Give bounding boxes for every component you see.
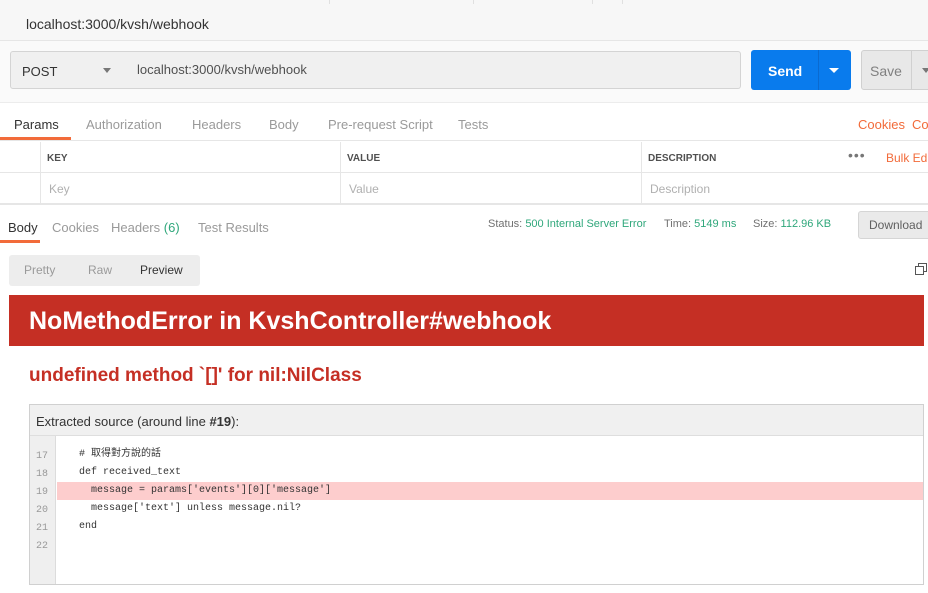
response-tab-cookies[interactable]: Cookies [52, 220, 99, 235]
code-line: # 取得對方說的話 [79, 449, 162, 460]
value-column-header: VALUE [347, 153, 381, 164]
params-header-row: KEY VALUE DESCRIPTION ••• Bulk Ed [0, 142, 928, 173]
save-divider [911, 51, 912, 89]
tab-headers[interactable]: Headers [192, 117, 241, 132]
request-tab-title[interactable]: localhost:3000/kvsh/webhook [26, 16, 209, 32]
error-title-banner: NoMethodError in KvshController#webhook [9, 295, 924, 346]
key-column-header: KEY [47, 153, 68, 164]
active-tab-indicator [0, 137, 71, 140]
key-placeholder: Key [49, 182, 70, 196]
tab-divider [473, 0, 474, 4]
response-headers-label: Headers [111, 220, 161, 235]
send-label: Send [768, 63, 803, 79]
extracted-source-caption: Extracted source (around line #19): [36, 414, 239, 429]
extracted-source-title: Extracted source (around line #19): [30, 405, 923, 436]
line-number: 21 [36, 523, 49, 534]
active-tab-indicator [0, 240, 40, 243]
code-line: def received_text [79, 467, 182, 478]
value-input[interactable]: Value [341, 173, 642, 204]
line-number: 20 [36, 505, 49, 516]
code-line-highlighted: message = params['events'][0]['message'] [57, 482, 923, 500]
view-tab-raw[interactable]: Raw [88, 263, 112, 277]
tab-body[interactable]: Body [269, 117, 299, 132]
description-input[interactable]: Description [642, 173, 928, 204]
tab-params[interactable]: Params [14, 117, 59, 132]
value-placeholder: Value [349, 182, 379, 196]
size-value: 112.96 KB [780, 218, 832, 230]
code-link[interactable]: Co [912, 117, 928, 132]
save-button[interactable]: Save [861, 50, 928, 90]
response-tab-headers[interactable]: Headers (6) [111, 220, 180, 235]
response-bar: Body Cookies Headers (6) Test Results St… [0, 204, 928, 244]
key-input[interactable]: Key [41, 173, 341, 204]
error-title: NoMethodError in KvshController#webhook [29, 307, 552, 335]
time-readout: Time: 5149 ms [664, 218, 736, 230]
tab-divider [622, 0, 623, 4]
status-label: Status: [488, 218, 523, 230]
method-select[interactable]: POST [10, 51, 126, 89]
line-number: 18 [36, 469, 49, 480]
tab-tests[interactable]: Tests [458, 117, 488, 132]
save-label: Save [870, 63, 902, 79]
send-divider [818, 50, 819, 90]
status-readout: Status: 500 Internal Server Error [488, 218, 646, 230]
chevron-down-icon[interactable] [922, 68, 928, 73]
description-column-header: DESCRIPTION [648, 153, 717, 164]
request-tabs: Params Authorization Headers Body Pre-re… [0, 103, 928, 141]
view-tab-pretty[interactable]: Pretty [24, 263, 55, 277]
time-label: Time: [664, 218, 692, 230]
send-button[interactable]: Send [751, 50, 851, 90]
description-placeholder: Description [650, 182, 711, 196]
more-icon[interactable]: ••• [848, 147, 866, 163]
time-value: 5149 ms [694, 218, 737, 230]
method-label: POST [22, 64, 58, 79]
line-number: 19 [36, 487, 49, 498]
cookies-link[interactable]: Cookies [858, 117, 905, 132]
chevron-down-icon [103, 68, 111, 73]
request-url-bar: POST localhost:3000/kvsh/webhook Send Sa… [0, 41, 928, 103]
params-table: KEY VALUE DESCRIPTION ••• Bulk Ed Key Va… [0, 142, 928, 204]
url-input[interactable]: localhost:3000/kvsh/webhook [125, 51, 741, 89]
status-value: 500 Internal Server Error [525, 218, 647, 230]
code-line: end [79, 521, 98, 532]
line-number: 17 [36, 451, 49, 462]
source-caption-line: #19 [209, 414, 232, 429]
tab-pre-request-script[interactable]: Pre-request Script [328, 117, 433, 132]
size-readout: Size: 112.96 KB [753, 218, 831, 230]
size-label: Size: [753, 218, 778, 230]
tab-divider [329, 0, 330, 4]
headers-count-badge: (6) [163, 220, 180, 235]
download-button[interactable]: Download [858, 211, 928, 239]
response-view-tabs: Pretty Raw Preview [9, 255, 200, 286]
response-tab-body[interactable]: Body [8, 220, 38, 235]
response-tab-test-results[interactable]: Test Results [198, 220, 269, 235]
row-checkbox-cell[interactable] [0, 173, 41, 204]
tab-divider [592, 0, 593, 4]
view-tab-preview[interactable]: Preview [140, 263, 183, 277]
bulk-edit-link[interactable]: Bulk Ed [886, 151, 927, 165]
source-caption-suffix: ): [231, 414, 240, 429]
error-message: undefined method `[]' for nil:NilClass [29, 365, 362, 386]
source-caption-prefix: Extracted source (around line [36, 414, 210, 429]
code-line: message['text'] unless message.nil? [79, 503, 302, 514]
chevron-down-icon[interactable] [829, 68, 839, 73]
copy-icon[interactable] [915, 263, 928, 275]
line-number: 22 [36, 541, 49, 552]
params-input-row: Key Value Description [0, 173, 928, 204]
tab-authorization[interactable]: Authorization [86, 117, 162, 132]
extracted-source-panel: Extracted source (around line #19): 17 1… [29, 404, 924, 585]
request-tab-title-bar: localhost:3000/kvsh/webhook [0, 0, 928, 41]
